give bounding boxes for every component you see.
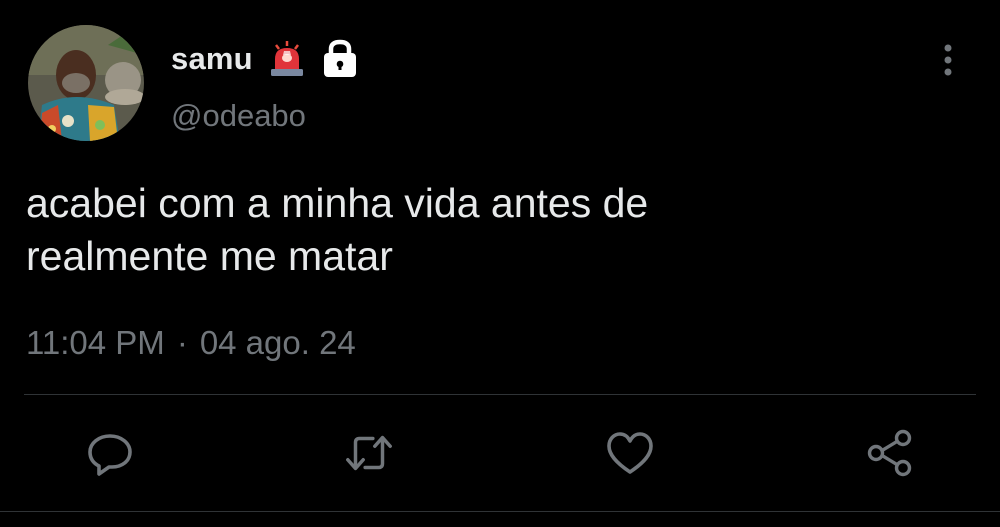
display-name[interactable]: samu [171,41,253,77]
tweet-date: 04 ago. 24 [199,324,356,361]
tweet-timestamp[interactable]: 11:04 PM · 04 ago. 24 [26,324,356,362]
more-vertical-icon [944,44,952,76]
share-button[interactable] [863,426,917,480]
avatar-image [28,25,144,141]
tweet-time: 11:04 PM [26,324,165,361]
action-bar [0,418,1000,488]
avatar[interactable] [28,25,144,141]
tweet-text: acabei com a minha vida antes de realmen… [26,180,649,279]
more-options-button[interactable] [928,40,968,80]
meta-separator: · [176,324,188,361]
reply-button[interactable] [83,426,137,480]
bottom-divider [0,511,1000,512]
share-icon [867,429,912,477]
divider [24,394,976,395]
like-icon [607,432,653,474]
police-light-emoji [267,39,307,79]
author-handle[interactable]: @odeabo [171,98,306,134]
author-name-row: samu [171,34,361,84]
reply-icon [88,434,132,476]
retweet-icon [346,435,392,471]
retweet-button[interactable] [342,426,396,480]
like-button[interactable] [603,426,657,480]
lock-icon [319,39,361,79]
tweet-card: samu @odeabo acabei com a minha vida ant… [0,0,1000,527]
